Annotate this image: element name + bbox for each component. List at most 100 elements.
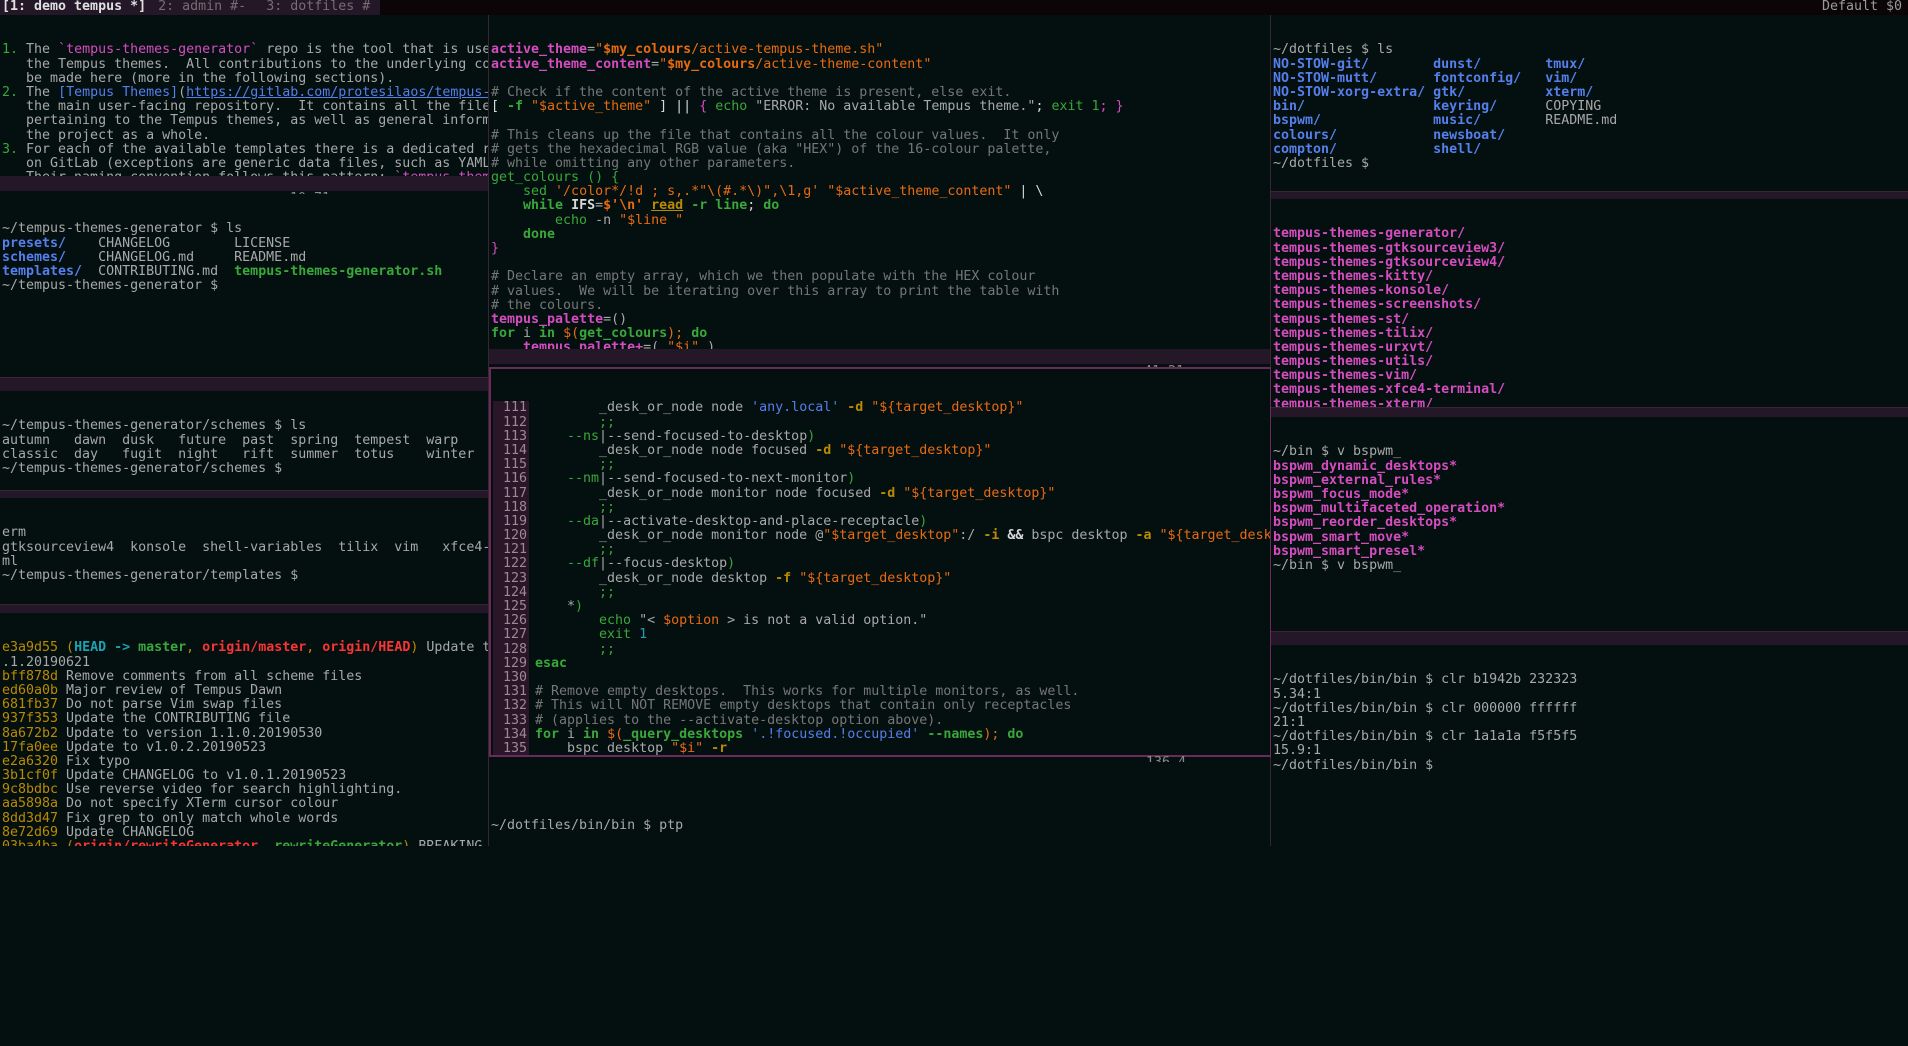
text-span: on GitLab (exceptions are generic data f… — [26, 155, 488, 171]
terminal-line: 15.9:1 — [1273, 744, 1906, 758]
pane-right-bspwm-scripts[interactable]: ~/bin $ v bspwm_ bspwm_dynamic_desktops* b… — [1271, 417, 1908, 631]
terminal-line: # the colours. — [491, 298, 1268, 313]
terminal-line: ~/dotfiles/bin/bin $ clr b1942b 232323 — [1273, 673, 1906, 687]
text-span: = — [651, 56, 660, 72]
text-span: vim/ — [1545, 70, 1578, 86]
text-span: ;; — [535, 641, 616, 657]
tmux-window-2[interactable]: 2: admin #- — [148, 0, 257, 15]
text-span: the project as a whole. — [2, 127, 211, 143]
pane-left-shell-templates[interactable]: erm gtksourceview4 konsole shell-variable… — [0, 498, 488, 602]
text-span: ( — [66, 640, 75, 656]
text-span: bspwm_focus_mode* — [1273, 486, 1410, 502]
pane-center-vim-bspwm-script[interactable]: 111 _desk_or_node node 'any.local' -d "$… — [489, 367, 1272, 757]
terminal-line: aa5898a Do not specify XTerm cursor colo… — [2, 797, 486, 811]
text-span: schemes/ — [2, 249, 67, 265]
terminal-line: [ -f "$active_theme" ] || { echo "ERROR:… — [491, 100, 1268, 114]
text-span: BREAKING CHANGE: Rewri — [418, 839, 488, 846]
terminal-line: tempus-themes-generator/ — [1273, 227, 1906, 241]
text-span: # gets the hexadecimal RGB value (aka "H… — [491, 141, 1052, 157]
text-span: = — [595, 198, 604, 214]
text-span: "$active_theme_content" — [827, 184, 1012, 200]
text-span: /active-theme-content" — [755, 56, 932, 72]
pane-center-vim-theme-script[interactable]: active_theme="$my_colours/active-tempus-… — [489, 15, 1270, 350]
text-span: music/ — [1433, 113, 1482, 129]
text-span: Fix typo — [66, 753, 131, 769]
terminal-line: while IFS=$'\n' read -r line; do — [491, 199, 1268, 213]
tmux-window-1[interactable]: [1: demo tempus *] — [0, 0, 149, 15]
line-number: 121 — [493, 543, 529, 558]
pane-left-git-log[interactable]: e3a9d55 (HEAD -> master, origin/master, … — [0, 613, 488, 846]
text-span: erm — [2, 525, 27, 541]
text-span: _desk_or_node node focused — [535, 442, 816, 458]
text-span — [1481, 57, 1545, 72]
text-span: -f — [507, 99, 532, 115]
text-span: e — [559, 755, 567, 757]
text-span: xterm/ — [1545, 84, 1594, 100]
terminal-line: 133 # (applies to the --activate-desktop … — [493, 712, 1268, 728]
terminal-line: for i in $(get_colours); do — [491, 327, 1268, 341]
tmux-window-3[interactable]: 3: dotfiles # — [256, 0, 381, 15]
pane-right-clr-contrast-content: ~/dotfiles/bin/bin $ clr b1942b 232323 5.… — [1271, 673, 1908, 772]
text-span: $'\n' — [603, 198, 644, 214]
terminal-line: 126 echo "< $option > is not a valid opt… — [493, 614, 1268, 629]
terminal-line: 114 _desk_or_node node focused -d "${tar… — [493, 442, 1268, 459]
text-span: ) — [807, 428, 816, 444]
text-span: Update CHANGELOG to v1.0.1.20190523 — [66, 768, 347, 784]
pane-left-shell-schemes[interactable]: ~/tempus-themes-generator/schemes $ ls au… — [0, 391, 488, 495]
terminal-line: # values. We will be iterating over this… — [491, 284, 1268, 299]
text-span: colours/ — [1273, 127, 1338, 143]
terminal-line: tempus-themes-xfce4-terminal/ — [1273, 383, 1906, 397]
text-span: # (applies to the --activate-desktop opt… — [535, 712, 944, 728]
pane-left-shell-generator[interactable]: ~/tempus-themes-generator $ ls presets/ C… — [0, 194, 488, 377]
terminal-line: ed60a0b Major review of Tempus Dawn — [2, 683, 486, 698]
text-span: ;; — [535, 414, 616, 430]
tmux-session: [1: demo tempus *] 2: admin #- 3: dotfil… — [0, 0, 1908, 1046]
text-span: && — [1007, 528, 1032, 544]
text-span: get_colours — [579, 326, 668, 342]
terminal-line: bspwm_external_rules* — [1273, 473, 1906, 488]
pane-right-dotfiles-ls[interactable]: ~/dotfiles $ ls NO-STOW-git/ dunst/ tmux/… — [1271, 15, 1908, 191]
text-span: _desk_or_node monitor node focused — [535, 485, 880, 501]
pane-center-palette-content: ~/dotfiles/bin/bin $ ptp Tempus warp: #2… — [489, 790, 1270, 846]
terminal-line: compton/ shell/ — [1273, 142, 1906, 157]
pane-left-shell-generator-content: ~/tempus-themes-generator $ ls presets/ C… — [0, 222, 488, 293]
text-span — [1337, 142, 1433, 157]
text-span: exit — [535, 627, 640, 643]
text-span: $my_colours — [667, 56, 756, 72]
text-span: tempus-themes-urxvt/ — [1273, 339, 1434, 355]
text-span: | — [599, 471, 608, 487]
pane-center-palette-shell[interactable]: ~/dotfiles/bin/bin $ ptp Tempus warp: #2… — [489, 762, 1270, 846]
terminal-line: tempus-themes-st/ — [1273, 312, 1906, 327]
text-span: CHANGELOG.md README.md — [66, 249, 307, 265]
terminal-line: # This cleans up the file that contains … — [491, 128, 1268, 143]
pane-left-vim-readme[interactable]: 1. The `tempus-themes-generator` repo is… — [0, 15, 488, 191]
text-span: tempus-themes-konsole/ — [1273, 283, 1450, 299]
text-span: ( — [178, 84, 187, 100]
pane-right-tempus-themes-ls[interactable]: tempus-themes-generator/tempus-themes-gt… — [1271, 199, 1908, 413]
text-span: ; — [1035, 99, 1052, 115]
text-span — [1321, 113, 1433, 128]
line-number: 128 — [493, 642, 529, 657]
text-span: newsboat/ — [1433, 127, 1506, 143]
text-span: "$active_theme" — [531, 99, 652, 115]
text-span: while — [491, 198, 572, 214]
terminal-line: colours/ newsboat/ — [1273, 127, 1906, 143]
terminal-line: pertaining to the Tempus themes, as well… — [2, 114, 488, 128]
text-span: --send-focused-to-desktop — [607, 428, 808, 444]
text-span — [683, 198, 691, 213]
terminal-line: 128 ;; — [493, 641, 1268, 657]
text-span: ml — [2, 553, 19, 569]
text-span: classic day fugit night rift summer totu… — [2, 446, 475, 462]
terminal-line: ~/bin $ v bspwm_ — [1273, 445, 1906, 459]
text-span: Update to v1.0.2.20190523 — [66, 739, 267, 755]
pane-right-bspwm-scripts-content: ~/bin $ v bspwm_ bspwm_dynamic_desktops* b… — [1271, 445, 1908, 573]
terminal-line: ml — [2, 553, 486, 569]
text-span: , — [258, 839, 274, 846]
terminal-line: the project as a whole. — [2, 127, 486, 143]
terminal-line: echo -n "$line " — [491, 213, 1268, 228]
text-span: tempus-themes-generator/ — [1273, 226, 1466, 242]
pane-right-clr-contrast[interactable]: ~/dotfiles/bin/bin $ clr b1942b 232323 5.… — [1271, 645, 1908, 846]
terminal-line: ~/bin $ v bspwm_ — [1273, 558, 1906, 573]
text-span: 1. — [2, 42, 27, 58]
terminal-line: tempus-themes-konsole/ — [1273, 284, 1906, 298]
